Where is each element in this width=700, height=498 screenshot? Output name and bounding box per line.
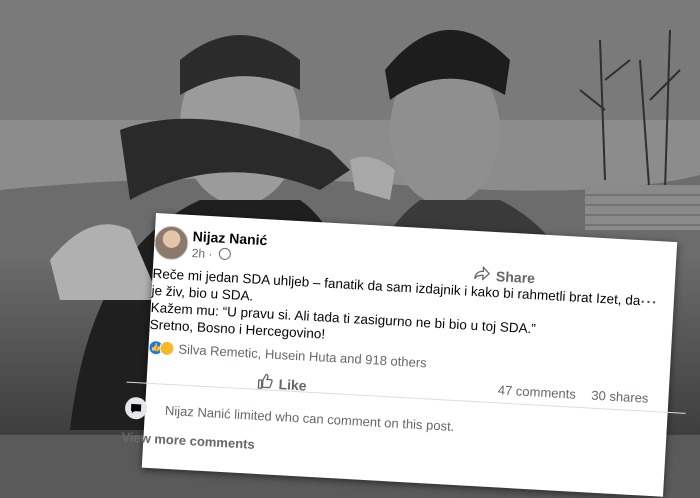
post-meta: 2h · <box>191 246 232 262</box>
comment-icon <box>124 396 148 420</box>
avatar[interactable] <box>153 224 190 261</box>
post-author[interactable]: Nijaz Nanić <box>192 228 267 248</box>
shares-count[interactable]: 30 shares <box>591 388 649 406</box>
share-label: Share <box>495 267 536 286</box>
care-icon <box>159 340 175 357</box>
globe-icon <box>218 247 232 261</box>
view-more-comments[interactable]: View more comments <box>121 429 255 451</box>
share-icon <box>474 265 491 284</box>
post-time[interactable]: 2h · <box>191 246 216 261</box>
share-button[interactable]: Share <box>474 265 536 286</box>
facebook-post-card: Nijaz Nanić 2h · ··· Reče mi jedan SDA u… <box>121 213 686 497</box>
